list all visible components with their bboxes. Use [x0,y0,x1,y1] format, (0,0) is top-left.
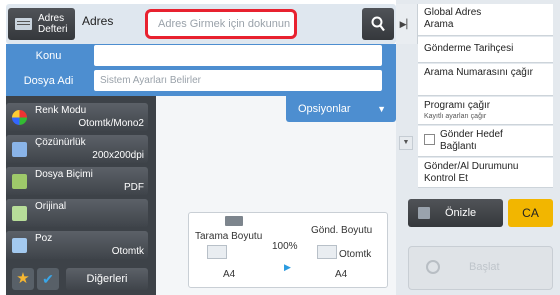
recall-search-number-button[interactable]: Arama Numarasını çağır [418,64,553,96]
address-book-button[interactable]: Adres Defteri [8,8,75,40]
options-button[interactable]: Opsiyonlar ▼ [286,96,396,122]
check-icon: ✔ [42,271,54,287]
expand-arrow-icon: ▶▏ [399,19,414,29]
color-mode-icon [12,110,27,125]
scan-size-value: A4 [223,269,236,280]
file-format-icon [12,174,27,189]
checkbox[interactable] [424,134,435,145]
original-button[interactable]: Orijinal [6,199,148,227]
search-button[interactable] [362,8,394,40]
start-label: Başlat [469,261,500,273]
start-button[interactable]: Başlat [408,246,553,290]
exposure-button[interactable]: Poz Otomtk [6,231,148,259]
send-size-value: A4 [335,269,348,280]
resolution-icon [12,142,27,157]
preview-button[interactable]: Önizle [408,199,503,227]
setting-name: Poz [35,233,53,244]
scroll-down-button[interactable]: ▼ [399,136,413,150]
exposure-icon [12,238,27,253]
recall-program-button[interactable]: Programı çağır Kayıtlı ayarları çağır [418,97,553,125]
setting-value: PDF [124,182,144,193]
filename-row: Dosya Adi Sistem Ayarları Belirler [6,69,396,93]
setting-name: Çözünürlük [35,137,86,148]
preview-icon [418,207,430,219]
clear-all-button[interactable]: CA [508,199,553,227]
check-button[interactable]: ✔ [37,268,59,290]
resolution-button[interactable]: Çözünürlük 200x200dpi [6,135,148,163]
paper-icon [207,245,227,259]
setting-name: Orijinal [35,201,67,212]
send-history-button[interactable]: Gönderme Tarihçesi [418,37,553,63]
send-size-mode: Otomtk [339,249,372,260]
menu-item-label: Gönderme Tarihçesi [424,43,514,54]
setting-name: Dosya Biçimi [35,169,93,180]
send-size-label: Gönd. Boyutu [311,225,373,236]
menu-item-label: Programı çağır [424,100,491,111]
address-book-icon [15,18,32,30]
check-send-receive-status-button[interactable]: Gönder/Al Durumunu Kontrol Et [418,158,553,188]
expand-panel-button[interactable]: ▶▏ [396,4,418,44]
scan-send-screen: Adres Defteri Adres Adres Girmek için do… [0,0,560,295]
filename-label: Dosya Adi [23,75,74,87]
size-info-panel: Tarama Boyutu A4 100% ▶ Gönd. Boyutu Oto… [188,212,388,288]
color-mode-button[interactable]: Renk Modu Otomtk/Mono2 [6,103,148,131]
subject-label: Konu [35,50,62,62]
paper-icon [317,245,337,259]
subject-row: Konu [6,44,396,68]
setting-name: Renk Modu [35,105,87,116]
caret-down-icon: ▼ [402,139,410,146]
search-icon [371,16,385,32]
others-button[interactable]: Diğerleri [66,268,148,290]
address-input[interactable]: Adres Girmek için dokunun [145,9,297,39]
menu-item-label: Gönder Hedef Bağlantı [440,129,503,152]
address-book-label: Adres Defteri [38,13,68,35]
ratio-value: 100% [272,241,298,252]
setting-value: 200x200dpi [92,150,144,161]
menu-item-label: Global Adres Arama [424,7,482,30]
subject-filename-form: Konu Dosya Adi Sistem Ayarları Belirler [6,44,396,96]
favorite-button[interactable]: ★ [12,268,34,290]
scanner-icon [225,216,243,226]
filename-input[interactable]: Sistem Ayarları Belirler [94,70,382,91]
options-label: Opsiyonlar [298,103,351,115]
menu-item-label: Arama Numarasını çağır [424,67,533,78]
original-icon [12,206,27,221]
start-icon [426,260,440,274]
setting-value: Otomtk/Mono2 [78,118,144,129]
arrow-right-icon: ▶ [284,262,291,272]
menu-item-label: Gönder/Al Durumunu Kontrol Et [424,161,519,184]
caret-down-icon: ▼ [377,104,386,114]
global-address-search-button[interactable]: Global Adres Arama [418,4,553,36]
menu-item-sublabel: Kayıtlı ayarları çağır [424,113,487,120]
subject-input[interactable] [94,45,382,66]
file-format-button[interactable]: Dosya Biçimi PDF [6,167,148,195]
address-label: Adres [82,14,114,28]
send-target-link-toggle[interactable]: Gönder Hedef Bağlantı [418,126,553,157]
scan-size-label: Tarama Boyutu [195,231,263,242]
star-icon: ★ [16,270,30,287]
preview-label: Önizle [445,207,477,219]
setting-value: Otomtk [111,246,144,257]
